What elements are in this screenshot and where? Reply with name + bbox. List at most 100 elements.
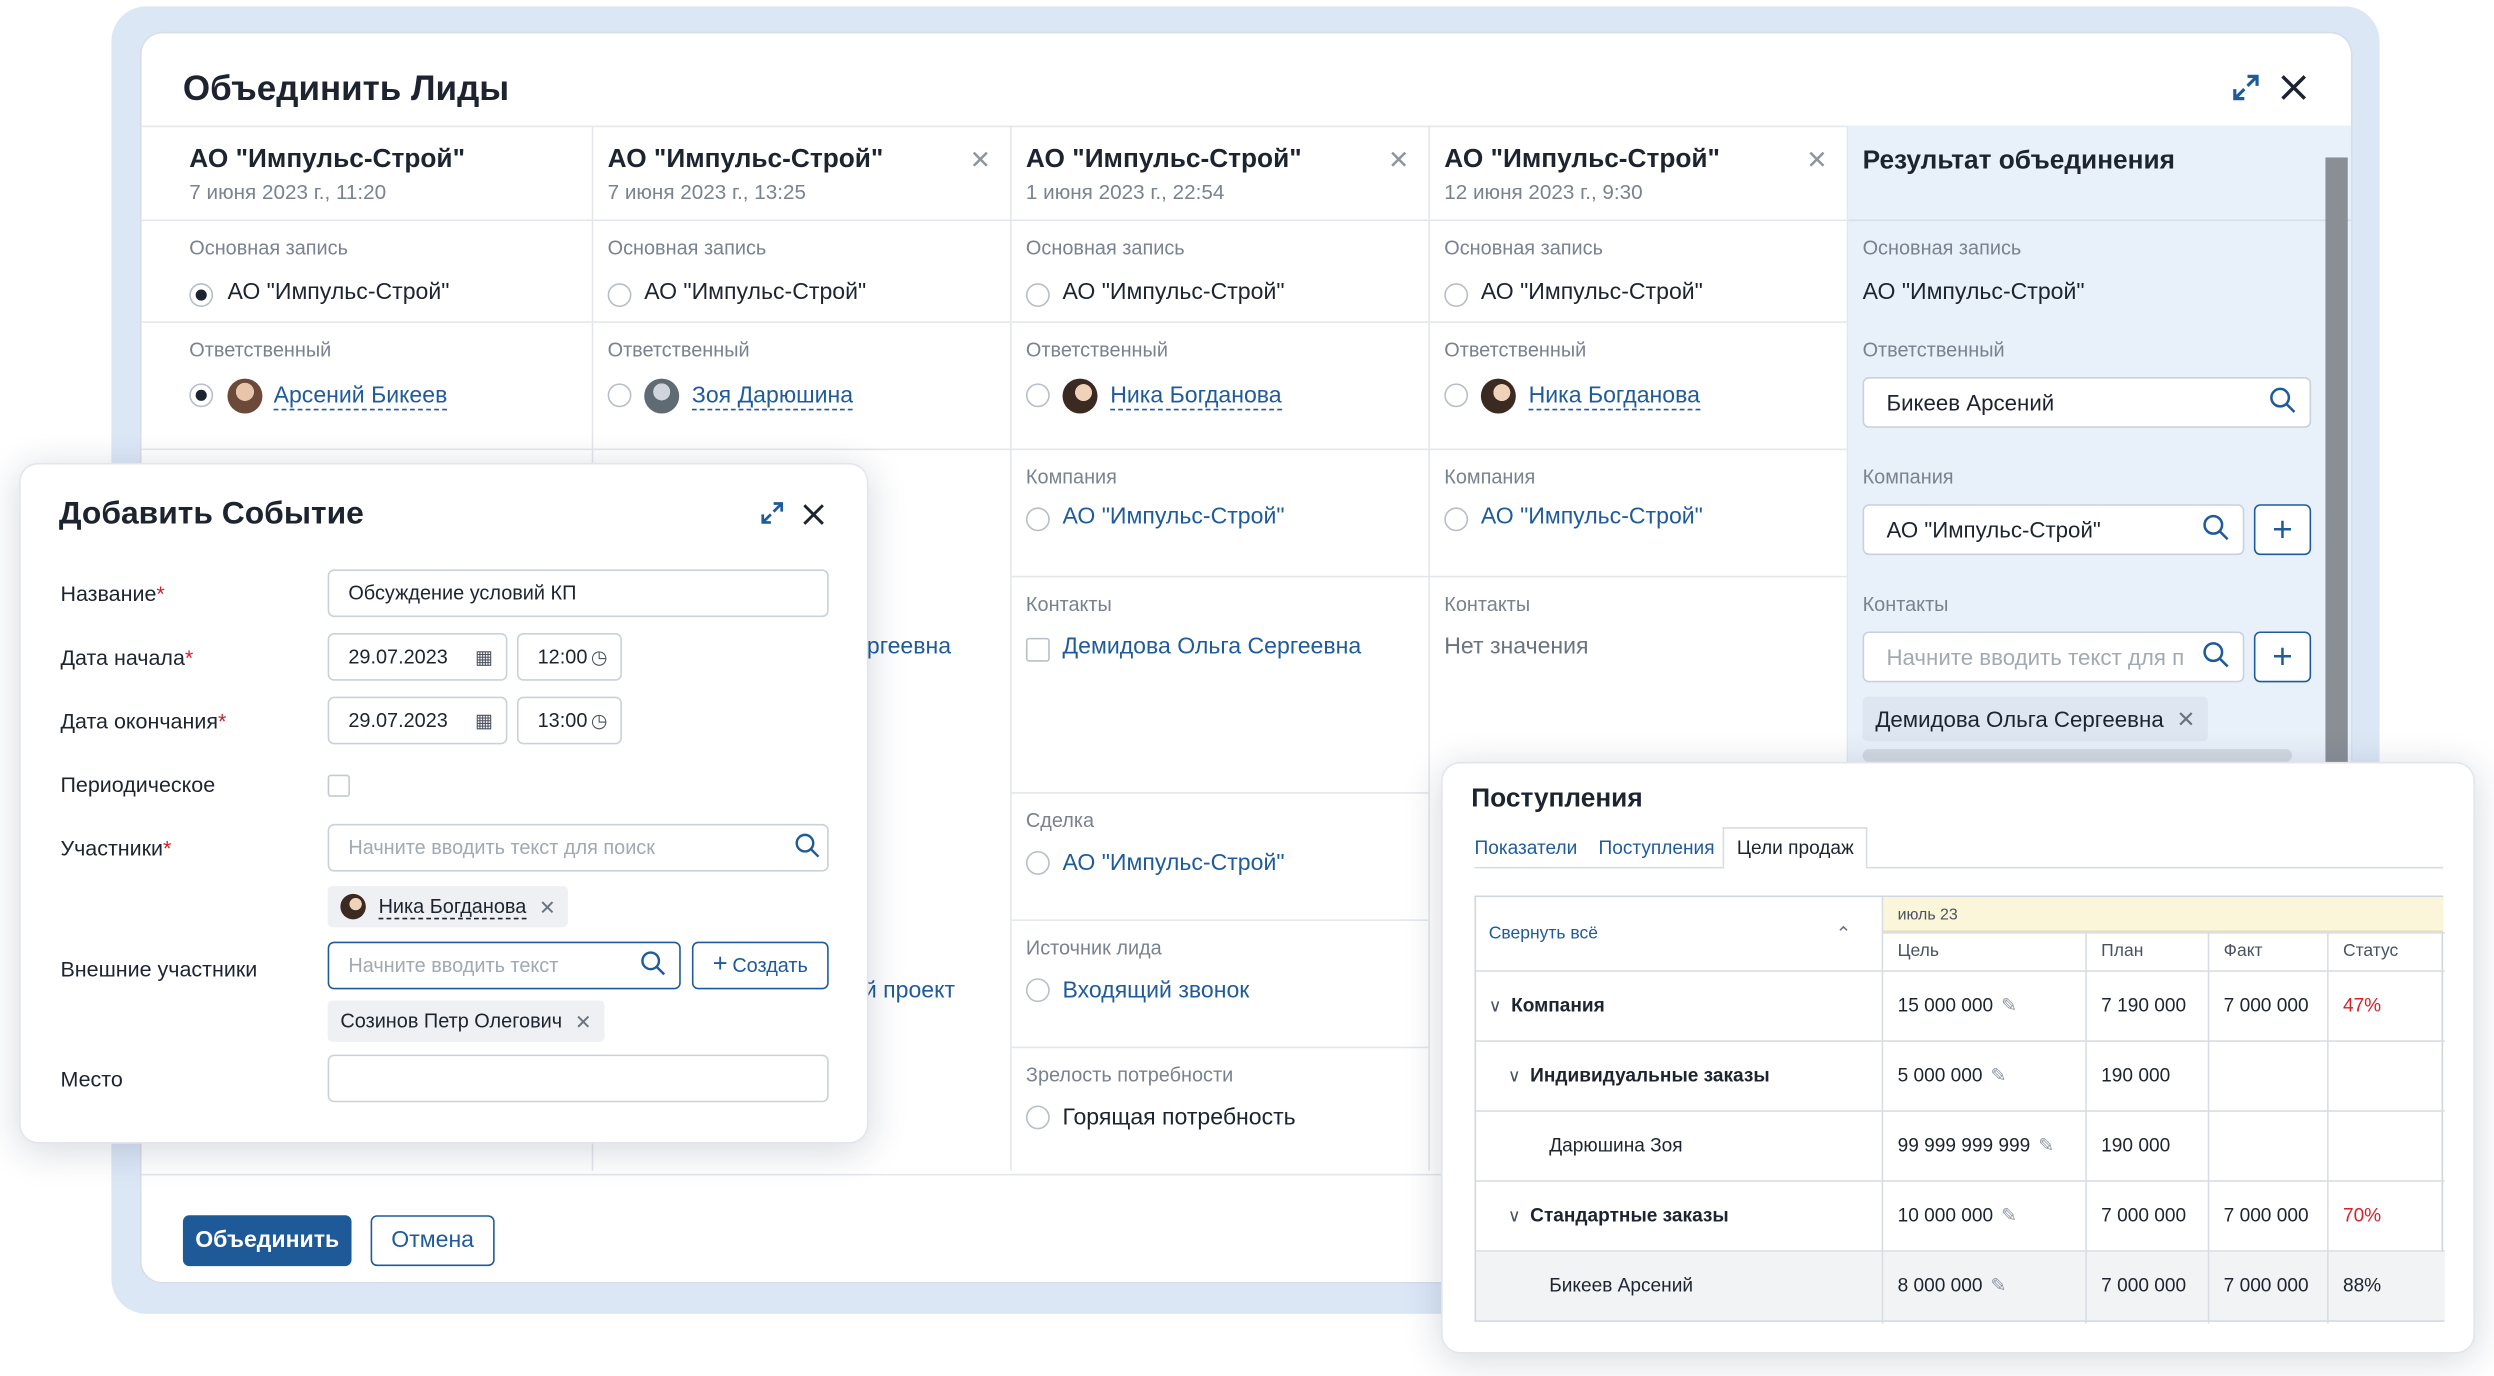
- plus-icon: +: [712, 951, 728, 979]
- source-link[interactable]: Входящий звонок: [1063, 978, 1250, 1003]
- end-date-label: Дата окончания*: [60, 709, 227, 734]
- contacts-label: Контакты: [1444, 593, 1531, 616]
- remove-chip-icon[interactable]: ✕: [539, 895, 556, 918]
- sales-goals-table: Свернуть всё ⌃ июль 23 Цель План Факт Ст…: [1474, 895, 2445, 1324]
- tab-indicators[interactable]: Показатели: [1474, 837, 1577, 859]
- chevron-down-icon[interactable]: ∨: [1508, 1040, 1521, 1110]
- header-fact: Факт: [2223, 941, 2263, 961]
- fact-value: 7 000 000: [2223, 994, 2309, 1017]
- start-time-input[interactable]: 12:00 ◷: [516, 633, 622, 681]
- search-icon[interactable]: [787, 831, 821, 864]
- contact-link[interactable]: ргеевна: [867, 635, 951, 660]
- goal-row-name: Индивидуальные заказы: [1530, 1064, 1770, 1087]
- responsible-input[interactable]: Бикеев Арсений: [1862, 376, 2312, 428]
- search-icon[interactable]: [2201, 513, 2230, 546]
- source-radio[interactable]: [1025, 978, 1050, 1003]
- main-record-label: Основная запись: [607, 236, 767, 260]
- deal-link[interactable]: АО "Импульс-Строй": [1063, 851, 1285, 876]
- lead-date: 7 июня 2023 г., 11:20: [189, 179, 387, 204]
- merge-dialog-title: Объединить Лиды: [182, 68, 510, 109]
- responsible-link[interactable]: Ника Богданова: [1528, 383, 1700, 411]
- company-link[interactable]: АО "Импульс-Строй": [1063, 504, 1285, 529]
- calendar-icon[interactable]: ▦: [475, 646, 493, 668]
- chevron-down-icon[interactable]: ∨: [1489, 970, 1502, 1040]
- clock-icon[interactable]: ◷: [591, 709, 608, 731]
- expand-icon[interactable]: [2230, 72, 2262, 113]
- search-icon[interactable]: [2268, 386, 2297, 419]
- responsible-radio[interactable]: [189, 383, 214, 408]
- goal-value[interactable]: 8 000 000 ✎: [1898, 1250, 2007, 1320]
- responsible-radio[interactable]: [1025, 383, 1050, 408]
- search-icon[interactable]: [639, 950, 666, 982]
- merge-button[interactable]: Объединить: [182, 1215, 352, 1267]
- periodic-checkbox[interactable]: [327, 774, 350, 797]
- end-date-input[interactable]: 29.07.2023 ▦: [327, 696, 508, 745]
- goal-value[interactable]: 15 000 000 ✎: [1898, 970, 2017, 1040]
- clock-icon[interactable]: ◷: [591, 646, 608, 668]
- end-time-input[interactable]: 13:00 ◷: [516, 696, 622, 745]
- goal-row-name: Дарюшина Зоя: [1549, 1134, 1683, 1157]
- horizontal-scrollbar[interactable]: [1862, 749, 2293, 762]
- contact-checkbox[interactable]: [1025, 637, 1050, 662]
- contacts-input[interactable]: Начните вводить текст для п: [1862, 631, 2245, 683]
- goal-value[interactable]: 5 000 000 ✎: [1898, 1040, 2007, 1110]
- name-label: Название*: [60, 582, 165, 607]
- close-icon[interactable]: [2279, 73, 2308, 110]
- responsible-radio[interactable]: [607, 383, 632, 408]
- expand-icon[interactable]: [759, 499, 786, 534]
- start-date-input[interactable]: 29.07.2023 ▦: [327, 633, 508, 681]
- contact-link[interactable]: Демидова Ольга Сергеевна: [1063, 635, 1362, 660]
- participants-input[interactable]: Начните вводить текст для поиск: [327, 823, 829, 872]
- vertical-scrollbar[interactable]: [2325, 157, 2348, 826]
- main-record-radio[interactable]: [189, 283, 214, 307]
- company-link[interactable]: АО "Импульс-Строй": [1481, 504, 1703, 529]
- header-plan: План: [2101, 941, 2144, 961]
- external-participants-input[interactable]: Начните вводить текст: [327, 941, 681, 990]
- maturity-radio[interactable]: [1025, 1105, 1050, 1130]
- edit-icon[interactable]: ✎: [1990, 1274, 2006, 1296]
- remove-lead-icon[interactable]: ✕: [970, 145, 991, 177]
- edit-icon[interactable]: ✎: [2001, 1204, 2017, 1226]
- edit-icon[interactable]: ✎: [1990, 1064, 2006, 1086]
- start-date-label: Дата начала*: [60, 645, 194, 670]
- close-icon[interactable]: [802, 503, 826, 535]
- tab-receipts[interactable]: Поступления: [1599, 837, 1715, 859]
- calendar-icon[interactable]: ▦: [475, 709, 493, 731]
- chevron-up-icon[interactable]: ⌃: [1836, 919, 1852, 948]
- status-value: 70%: [2342, 1204, 2382, 1227]
- company-radio[interactable]: [1025, 507, 1050, 532]
- deal-radio[interactable]: [1025, 850, 1050, 875]
- goal-value[interactable]: 99 999 999 999 ✎: [1898, 1110, 2055, 1180]
- search-icon[interactable]: [2201, 640, 2230, 673]
- responsible-link[interactable]: Арсений Бикеев: [273, 383, 448, 411]
- collapse-all-link[interactable]: Свернуть всё: [1489, 919, 1598, 948]
- remove-chip-icon[interactable]: ✕: [575, 1009, 592, 1033]
- company-input[interactable]: АО "Импульс-Строй": [1862, 504, 2245, 556]
- main-record-radio[interactable]: [1444, 283, 1469, 307]
- chevron-down-icon[interactable]: ∨: [1508, 1180, 1521, 1250]
- add-company-button[interactable]: +: [2253, 504, 2312, 556]
- main-record-label: Основная запись: [1444, 236, 1603, 260]
- main-record-radio[interactable]: [607, 283, 632, 307]
- edit-icon[interactable]: ✎: [2001, 994, 2017, 1016]
- remove-lead-icon[interactable]: ✕: [1806, 145, 1827, 177]
- add-contact-button[interactable]: +: [2253, 631, 2312, 683]
- responsible-link[interactable]: Зоя Дарюшина: [691, 383, 854, 411]
- tab-sales-goals[interactable]: Цели продаж: [1722, 827, 1869, 869]
- main-record-radio[interactable]: [1025, 283, 1050, 307]
- edit-icon[interactable]: ✎: [2038, 1134, 2054, 1156]
- cancel-button[interactable]: Отмена: [370, 1215, 495, 1267]
- company-radio[interactable]: [1444, 507, 1469, 532]
- main-record-value: АО "Импульс-Строй": [1480, 279, 1703, 306]
- lead-date: 12 июня 2023 г., 9:30: [1444, 179, 1643, 204]
- goal-value[interactable]: 10 000 000 ✎: [1898, 1180, 2017, 1250]
- remove-lead-icon[interactable]: ✕: [1388, 145, 1409, 177]
- lead-name: АО "Импульс-Строй": [1444, 144, 1721, 174]
- create-button[interactable]: + Создать: [691, 941, 829, 990]
- responsible-radio[interactable]: [1444, 383, 1469, 408]
- external-participants-label: Внешние участники: [60, 957, 258, 982]
- remove-chip-icon[interactable]: ✕: [2176, 705, 2195, 732]
- place-input[interactable]: [327, 1054, 829, 1103]
- responsible-link[interactable]: Ника Богданова: [1110, 383, 1282, 411]
- name-input[interactable]: Обсуждение условий КП: [327, 569, 829, 618]
